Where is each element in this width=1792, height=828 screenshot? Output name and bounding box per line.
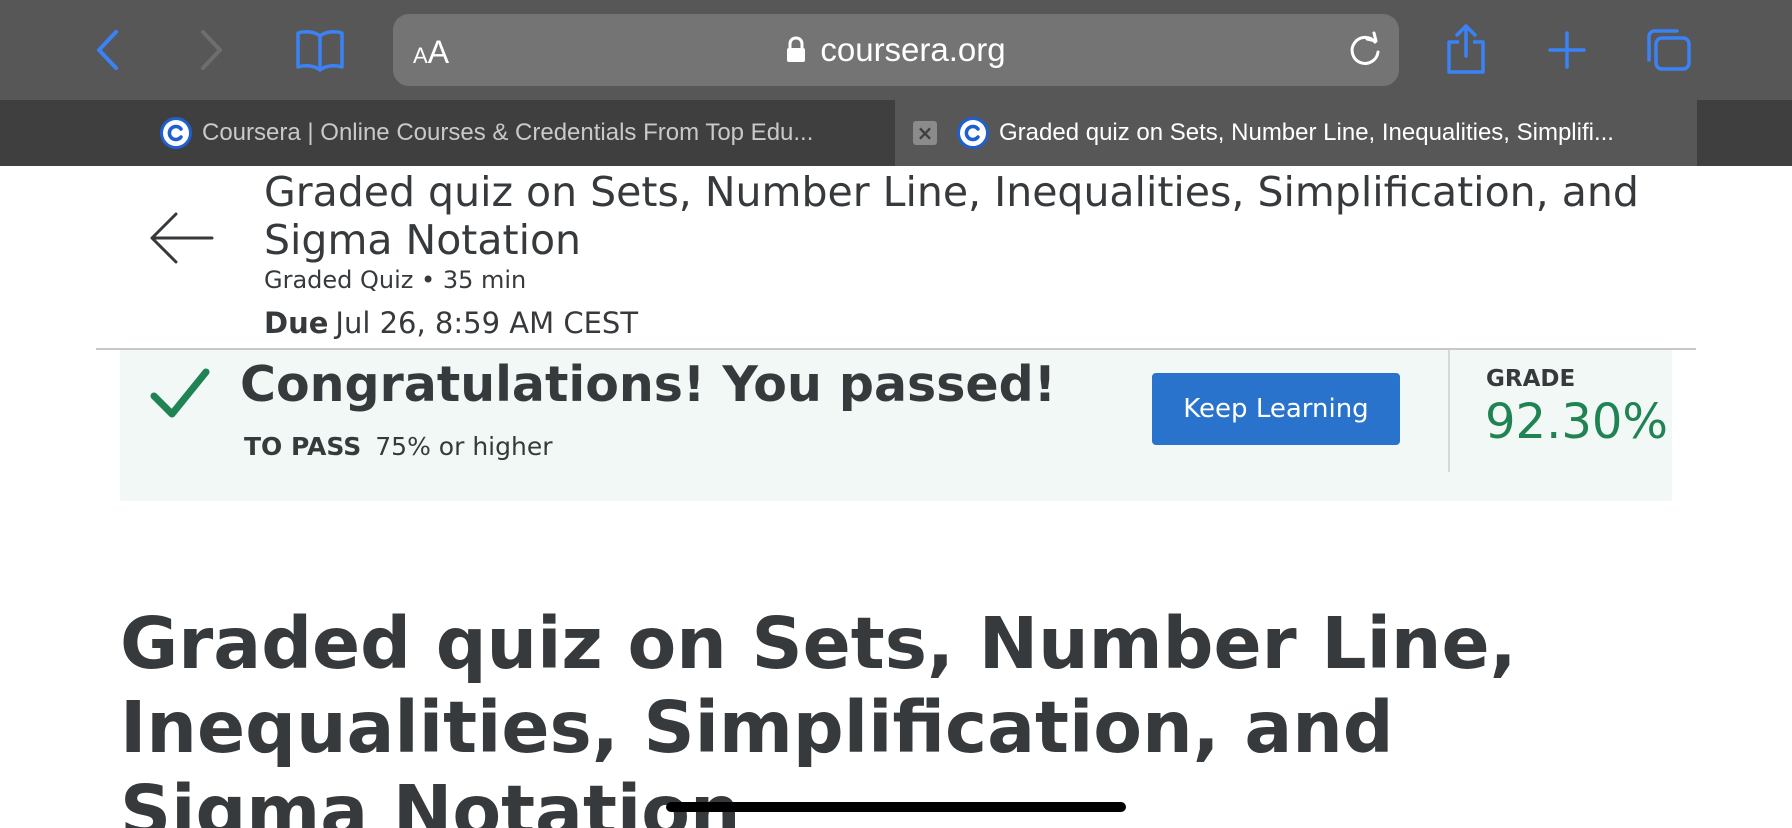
tab-coursera-home[interactable]: Coursera | Online Courses & Credentials …: [0, 100, 895, 166]
share-button[interactable]: [1434, 18, 1498, 82]
page-title: Graded quiz on Sets, Number Line, Inequa…: [120, 602, 1517, 828]
url-display: coursera.org: [393, 14, 1399, 86]
pass-message: Congratulations! You passed!: [240, 356, 1057, 413]
plus-icon: [1548, 31, 1586, 69]
chevron-left-icon: [97, 30, 118, 70]
quiz-header-title: Graded quiz on Sets, Number Line, Inequa…: [264, 168, 1639, 264]
grade-label: GRADE: [1486, 366, 1576, 392]
tabs-icon: [1647, 29, 1691, 71]
chevron-right-icon: [201, 30, 222, 70]
tab-graded-quiz[interactable]: × Graded quiz on Sets, Number Line, Ineq…: [895, 100, 1697, 166]
grade-value: 92.30%: [1485, 394, 1669, 450]
reload-icon[interactable]: [1345, 30, 1385, 70]
pass-banner: Congratulations! You passed! TO PASS 75% …: [120, 350, 1672, 501]
banner-divider: [1448, 350, 1450, 472]
address-bar[interactable]: AA coursera.org: [393, 14, 1399, 86]
forward-button[interactable]: [178, 18, 242, 82]
checkmark-icon: [150, 368, 210, 418]
back-button[interactable]: [77, 18, 141, 82]
coursera-favicon-icon: [957, 117, 989, 149]
close-tab-icon[interactable]: ×: [913, 121, 937, 145]
pass-requirement: TO PASS 75% or higher: [244, 432, 552, 461]
to-pass-label: TO PASS: [244, 432, 362, 461]
tab-bar: Coursera | Online Courses & Credentials …: [0, 100, 1792, 166]
new-tab-button[interactable]: [1535, 18, 1599, 82]
keep-learning-button[interactable]: Keep Learning: [1152, 373, 1400, 445]
url-text: coursera.org: [820, 31, 1006, 68]
book-icon: [296, 30, 344, 72]
home-indicator[interactable]: [666, 802, 1126, 812]
quiz-meta: Graded Quiz • 35 min: [264, 266, 527, 294]
coursera-favicon-icon: [160, 117, 192, 149]
browser-toolbar: AA coursera.org: [0, 0, 1792, 100]
tab-title: Graded quiz on Sets, Number Line, Inequa…: [999, 119, 1614, 146]
tabs-overview-button[interactable]: [1636, 18, 1700, 82]
share-icon: [1447, 24, 1485, 74]
arrow-left-icon[interactable]: [150, 206, 214, 270]
to-pass-value: 75% or higher: [375, 432, 553, 461]
due-label: Due: [264, 306, 329, 340]
due-date: Due Jul 26, 8:59 AM CEST: [264, 306, 638, 340]
due-value: Jul 26, 8:59 AM CEST: [335, 306, 639, 340]
lock-icon: [787, 36, 806, 62]
bookmarks-button[interactable]: [288, 18, 352, 82]
tab-title: Coursera | Online Courses & Credentials …: [202, 119, 814, 146]
